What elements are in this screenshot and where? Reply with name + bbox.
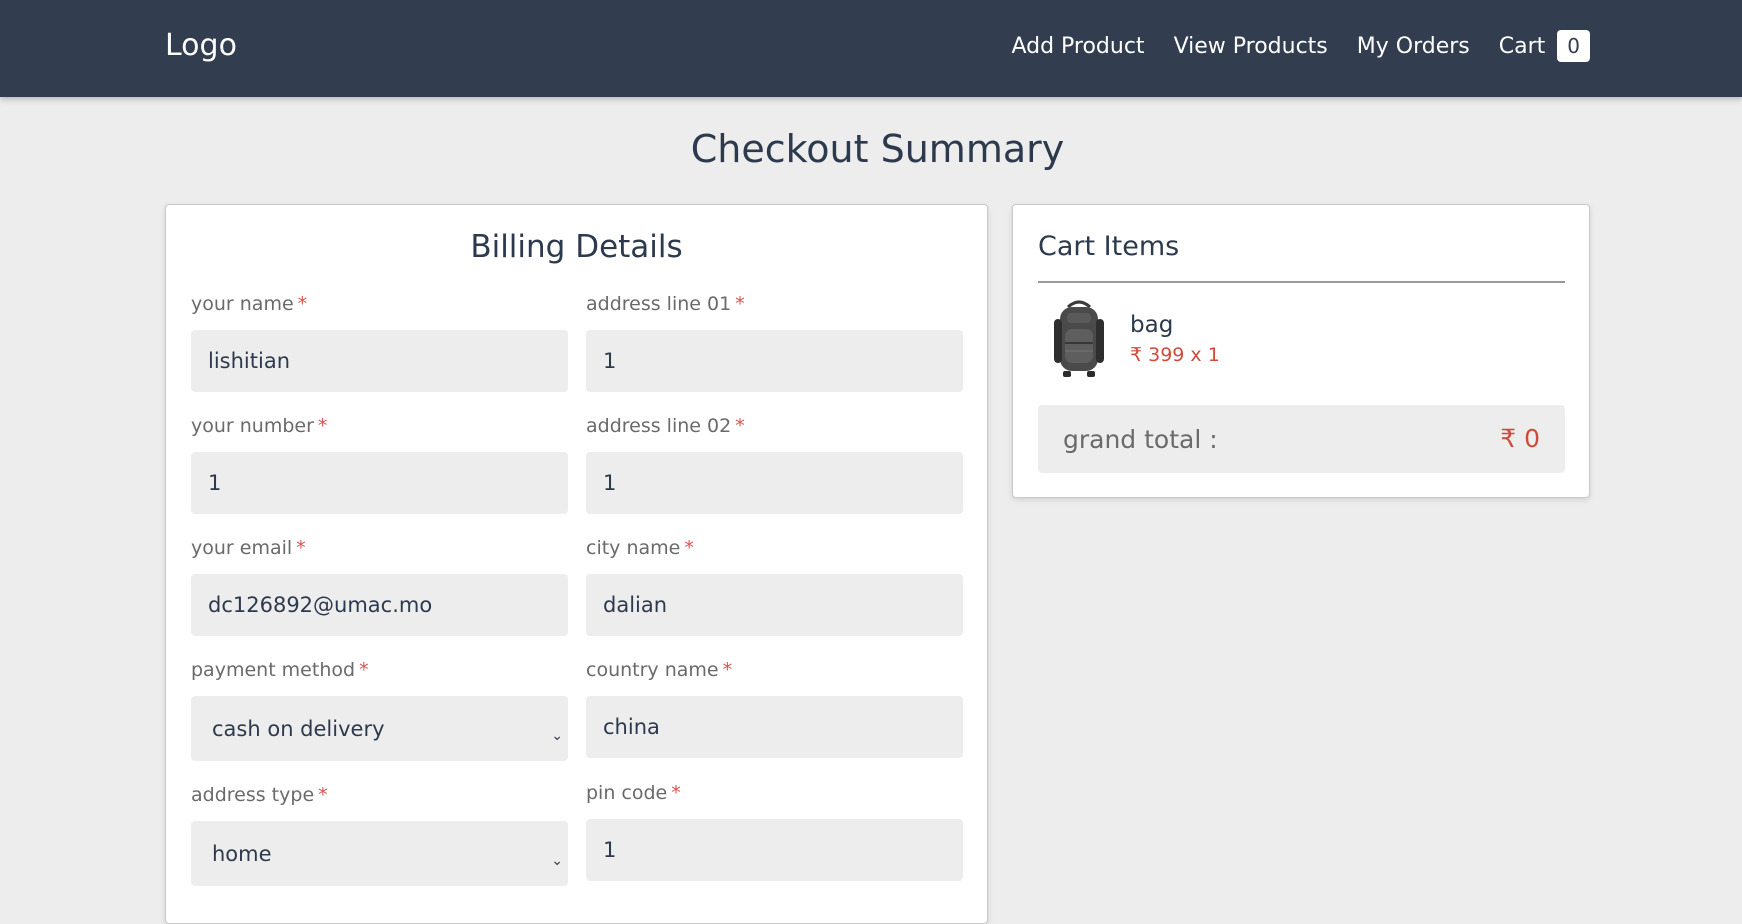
- number-field-group: your number *: [191, 415, 568, 514]
- name-field-group: your name *: [191, 293, 568, 392]
- city-field-group: city name *: [586, 537, 963, 636]
- pin-field-group: pin code *: [586, 782, 963, 881]
- grand-total-label: grand total :: [1063, 425, 1218, 454]
- email-input[interactable]: [191, 574, 568, 636]
- page-title: Checkout Summary: [690, 127, 1065, 171]
- payment-method-select[interactable]: cash on delivery: [191, 696, 568, 761]
- cart-item-price: ₹ 399 x 1: [1130, 344, 1220, 366]
- number-input[interactable]: [191, 452, 568, 514]
- address2-input[interactable]: [586, 452, 963, 514]
- address-type-select[interactable]: home: [191, 821, 568, 886]
- name-input[interactable]: [191, 330, 568, 392]
- address1-input[interactable]: [586, 330, 963, 392]
- address2-label: address line 02 *: [586, 415, 745, 437]
- country-field-group: country name *: [586, 659, 963, 758]
- nav-add-product[interactable]: Add Product: [1011, 34, 1144, 59]
- cart-panel: Cart Items bag ₹ 399 x 1 grand total : ₹…: [1012, 204, 1590, 498]
- pin-code-input[interactable]: [586, 819, 963, 881]
- country-label: country name *: [586, 659, 733, 681]
- nav-cart[interactable]: Cart 0: [1499, 30, 1590, 62]
- city-label: city name *: [586, 537, 694, 559]
- email-field-group: your email *: [191, 537, 568, 636]
- nav-my-orders[interactable]: My Orders: [1357, 34, 1470, 59]
- grand-total-box: grand total : ₹ 0: [1038, 405, 1565, 473]
- billing-form: Billing Details your name* address line …: [165, 204, 988, 924]
- cart-item-name: bag: [1130, 312, 1174, 338]
- nav-view-products[interactable]: View Products: [1174, 34, 1328, 59]
- payment-label: payment method *: [191, 659, 369, 681]
- cart-title: Cart Items: [1038, 231, 1180, 262]
- number-label: your number *: [191, 415, 328, 437]
- grand-total-value: ₹ 0: [1500, 424, 1540, 453]
- address2-field-group: address line 02 *: [586, 415, 963, 514]
- address1-label: address line 01 *: [586, 293, 745, 315]
- header: Logo Add Product View Products My Orders…: [0, 0, 1742, 97]
- logo[interactable]: Logo: [165, 28, 237, 63]
- billing-title: Billing Details: [470, 229, 683, 265]
- nav-bar: Add Product View Products My Orders Cart…: [982, 30, 1590, 62]
- city-input[interactable]: [586, 574, 963, 636]
- backpack-image: [1054, 300, 1104, 377]
- name-label: your name *: [191, 293, 308, 315]
- divider: [1038, 281, 1565, 283]
- nav-cart-label: Cart: [1498, 33, 1546, 59]
- address-type-label: address type *: [191, 784, 328, 806]
- cart-count-badge: 0: [1557, 30, 1590, 62]
- address-type-field-group: address type * home ⌄: [191, 784, 568, 886]
- payment-field-group: payment method * cash on delivery ⌄: [191, 659, 568, 761]
- address1-field-group: address line 01 *: [586, 293, 963, 392]
- pin-label: pin code *: [586, 782, 681, 804]
- country-input[interactable]: [586, 696, 963, 758]
- email-label: your email *: [191, 537, 306, 559]
